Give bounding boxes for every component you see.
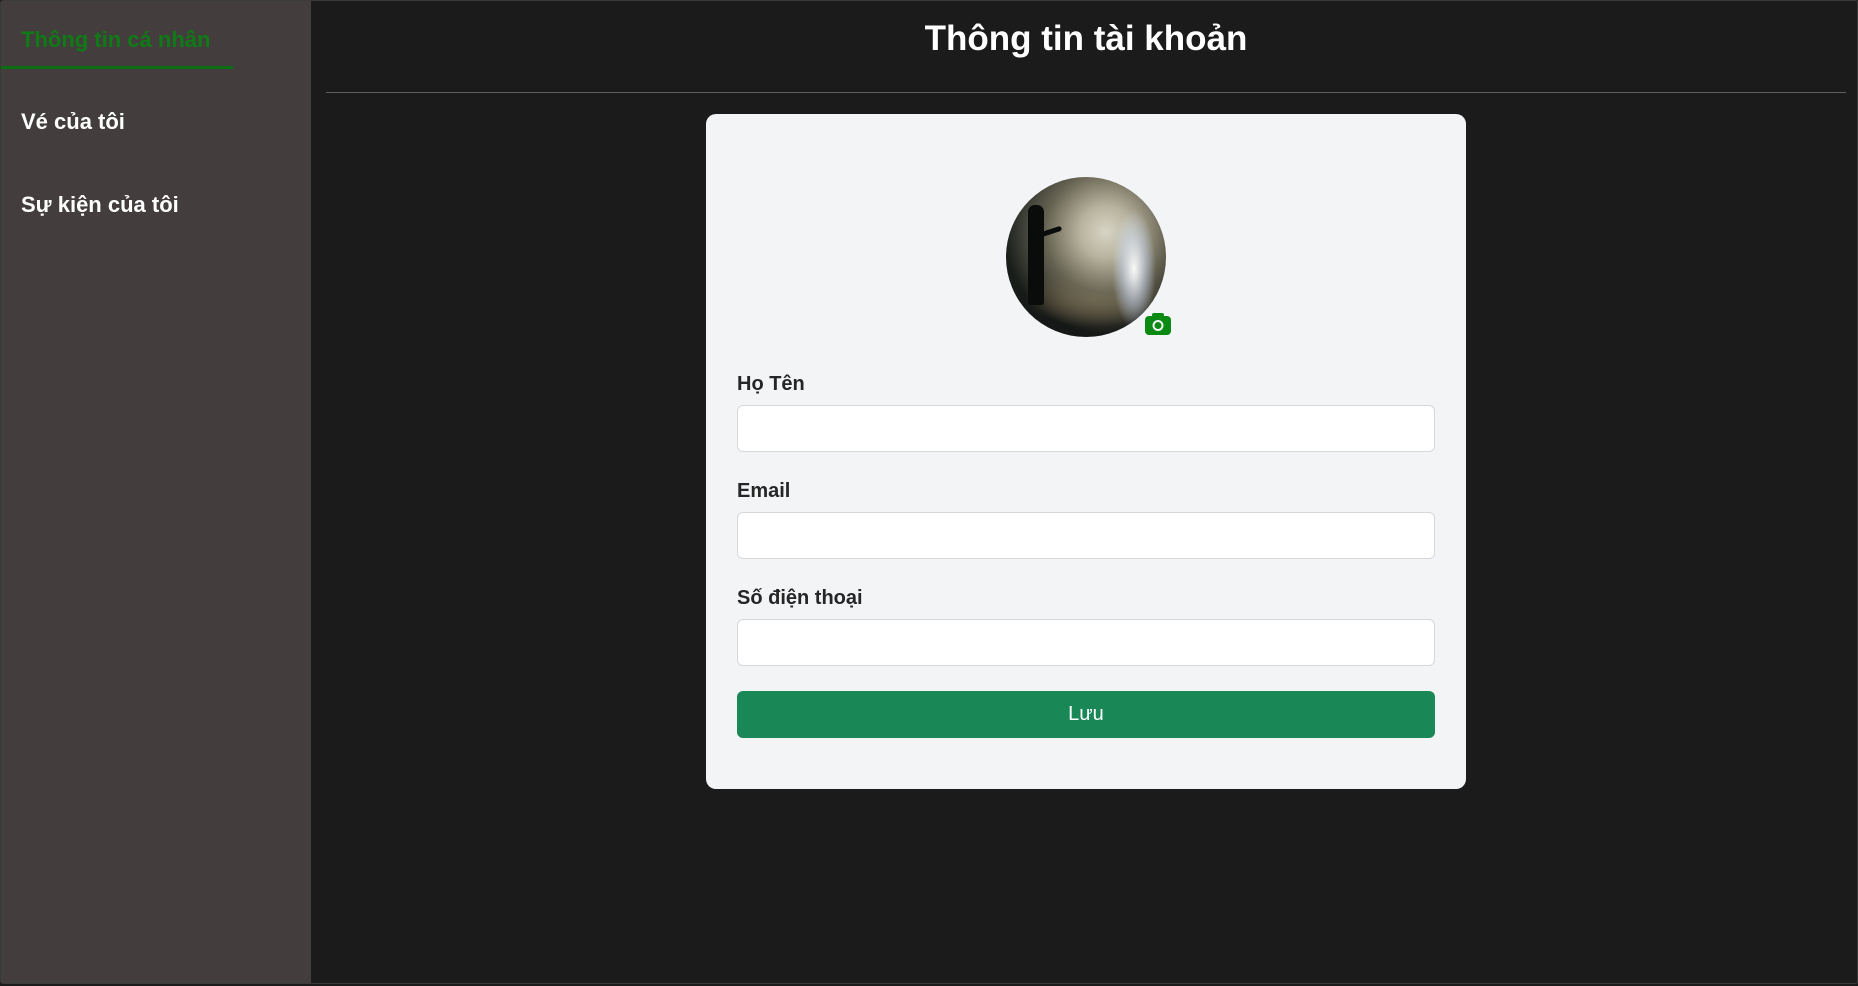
- sidebar: Thông tin cá nhân Vé của tôi Sự kiện của…: [1, 1, 311, 983]
- full-name-label: Họ Tên: [737, 373, 805, 395]
- email-label: Email: [737, 480, 791, 502]
- avatar-figure: [1028, 205, 1044, 305]
- sidebar-item-my-events[interactable]: Sự kiện của tôi: [21, 192, 179, 218]
- main-content: Thông tin tài khoản Họ Tên Email Số điện…: [311, 1, 1857, 983]
- full-name-input[interactable]: [737, 405, 1435, 452]
- app-window: Thông tin cá nhân Vé của tôi Sự kiện của…: [0, 0, 1858, 984]
- active-nav-underline: [1, 66, 233, 69]
- phone-input[interactable]: [737, 619, 1435, 666]
- page-title: Thông tin tài khoản: [924, 19, 1248, 58]
- camera-icon[interactable]: [1143, 311, 1173, 337]
- profile-card: Họ Tên Email Số điện thoại Lưu: [706, 114, 1466, 789]
- sidebar-item-my-tickets[interactable]: Vé của tôi: [21, 109, 125, 135]
- title-divider: [326, 92, 1846, 93]
- save-button[interactable]: Lưu: [737, 691, 1435, 738]
- avatar: [1006, 177, 1166, 337]
- email-input[interactable]: [737, 512, 1435, 559]
- sidebar-item-personal-info[interactable]: Thông tin cá nhân: [21, 27, 210, 53]
- phone-label: Số điện thoại: [737, 587, 863, 609]
- avatar-container: [1006, 177, 1171, 337]
- camera-icon-graphic: [1145, 313, 1171, 335]
